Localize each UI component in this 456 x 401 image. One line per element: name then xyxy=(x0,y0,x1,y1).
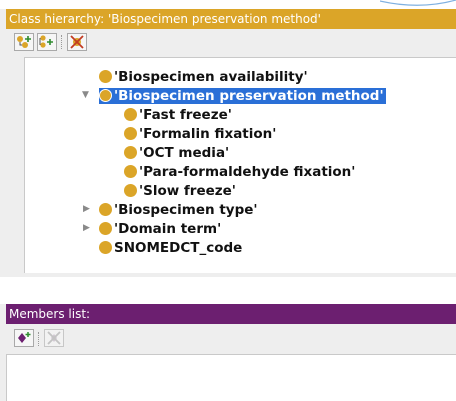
class-icon xyxy=(124,127,137,140)
tree-item-label: 'Biospecimen type' xyxy=(114,201,258,218)
collapsed-triangle-icon[interactable]: ▶ xyxy=(83,204,90,214)
tree-item-oct-media[interactable]: 'OCT media' xyxy=(124,143,229,162)
tree-item-label: 'Para-formaldehyde fixation' xyxy=(139,163,356,180)
selected-item-highlight: 'Biospecimen preservation method' xyxy=(99,87,386,104)
toolbar-separator xyxy=(61,35,62,49)
tree-item-label: 'Domain term' xyxy=(114,220,222,237)
tree-item-para-formaldehyde-fixation[interactable]: 'Para-formaldehyde fixation' xyxy=(124,162,355,181)
tree-item-snomedct-code[interactable]: SNOMEDCT_code xyxy=(99,238,242,257)
tree-item-label: 'OCT media' xyxy=(139,144,230,161)
delete-individual-button[interactable] xyxy=(44,329,64,347)
delete-class-button[interactable] xyxy=(67,33,87,51)
expanded-triangle-icon[interactable]: ▼ xyxy=(82,90,89,100)
members-list[interactable] xyxy=(6,354,456,401)
members-list-title: Members list: xyxy=(6,304,456,324)
panel-divider[interactable] xyxy=(0,277,456,304)
tree-item-label: SNOMEDCT_code xyxy=(114,239,243,256)
class-icon xyxy=(124,165,137,178)
class-icon xyxy=(99,70,112,83)
class-icon xyxy=(99,241,112,254)
tree-item-label: 'Fast freeze' xyxy=(139,106,232,123)
tree-item-fast-freeze[interactable]: 'Fast freeze' xyxy=(124,105,232,124)
add-subclass-icon xyxy=(17,36,31,48)
add-sibling-class-button[interactable] xyxy=(37,33,57,51)
class-icon xyxy=(124,146,137,159)
class-icon xyxy=(124,108,137,121)
delete-class-icon xyxy=(70,35,84,49)
class-icon xyxy=(124,184,137,197)
tree-item-label: 'Biospecimen preservation method' xyxy=(114,87,384,104)
collapsed-triangle-icon[interactable]: ▶ xyxy=(83,223,90,233)
class-icon xyxy=(99,203,112,216)
add-individual-icon xyxy=(18,332,31,343)
class-icon xyxy=(99,89,112,102)
class-tree[interactable]: 'Biospecimen availability' ▼ 'Biospecime… xyxy=(24,57,456,273)
tree-item-formalin-fixation[interactable]: 'Formalin fixation' xyxy=(124,124,276,143)
tree-item-slow-freeze[interactable]: 'Slow freeze' xyxy=(124,181,236,200)
tree-item-domain-term[interactable]: 'Domain term' xyxy=(99,219,221,238)
toolbar-separator xyxy=(38,332,39,346)
tree-item-label: 'Formalin fixation' xyxy=(139,125,277,142)
tree-item-biospecimen-preservation-method[interactable]: 'Biospecimen preservation method' xyxy=(99,86,386,105)
members-list-panel: Members list: xyxy=(0,304,456,401)
class-hierarchy-panel: Class hierarchy: 'Biospecimen preservati… xyxy=(0,9,456,277)
class-icon xyxy=(99,222,112,235)
add-individual-button[interactable] xyxy=(14,329,34,347)
class-hierarchy-title: Class hierarchy: 'Biospecimen preservati… xyxy=(6,9,456,29)
tree-item-biospecimen-availability[interactable]: 'Biospecimen availability' xyxy=(99,67,308,86)
tree-item-biospecimen-type[interactable]: 'Biospecimen type' xyxy=(99,200,258,219)
add-subclass-button[interactable] xyxy=(14,33,34,51)
tree-item-label: 'Slow freeze' xyxy=(139,182,236,199)
tree-item-label: 'Biospecimen availability' xyxy=(114,68,308,85)
members-toolbar xyxy=(6,324,456,352)
class-hierarchy-toolbar xyxy=(6,29,456,55)
delete-individual-icon xyxy=(47,331,61,345)
add-sibling-class-icon xyxy=(39,35,53,48)
